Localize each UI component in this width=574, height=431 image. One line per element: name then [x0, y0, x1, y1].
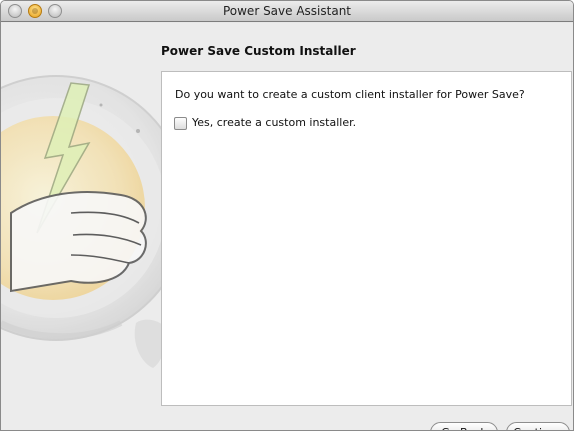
assistant-window: Power Save Assistant Power Save Custom I…: [0, 0, 574, 431]
page-title: Power Save Custom Installer: [161, 44, 356, 58]
installer-question: Do you want to create a custom client in…: [175, 88, 525, 101]
custom-installer-checkbox[interactable]: [174, 117, 187, 130]
assistant-content: Power Save Custom Installer Do you want …: [1, 23, 573, 430]
title-bar[interactable]: Power Save Assistant: [1, 1, 573, 22]
custom-installer-checkbox-label[interactable]: Yes, create a custom installer.: [192, 116, 356, 129]
continue-button[interactable]: Continue: [506, 422, 570, 430]
go-back-button[interactable]: Go Back: [430, 422, 498, 430]
installer-options-panel: Do you want to create a custom client in…: [161, 71, 572, 406]
window-title: Power Save Assistant: [222, 4, 352, 18]
